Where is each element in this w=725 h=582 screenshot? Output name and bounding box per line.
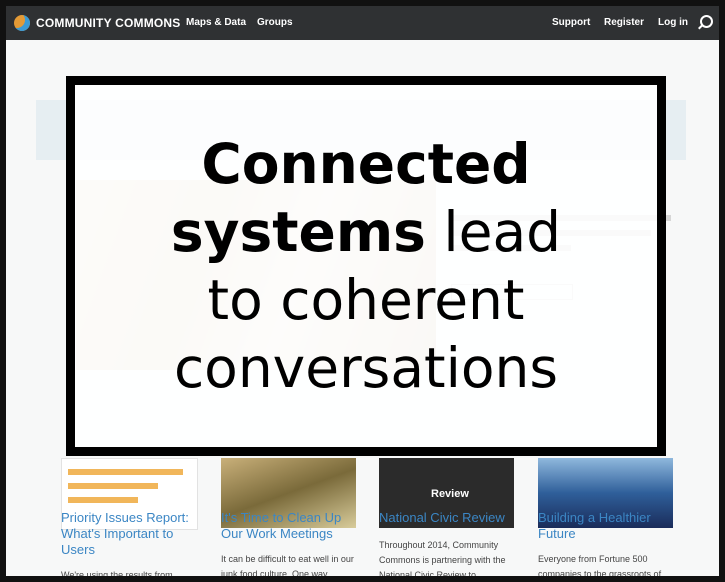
nav-link-login[interactable]: Log in bbox=[658, 17, 688, 28]
nav-link-maps-data[interactable]: Maps & Data bbox=[186, 17, 246, 28]
card-title-priority-issues[interactable]: Priority Issues Report: What's Important… bbox=[61, 510, 206, 558]
brand-name[interactable]: COMMUNITY COMMONS bbox=[36, 16, 181, 30]
overlay-line-3: to coherent bbox=[207, 268, 525, 332]
nav-link-support[interactable]: Support bbox=[552, 17, 590, 28]
overlay-emphasis: systems bbox=[170, 200, 426, 264]
headline-overlay: Connected systems lead to coherent conve… bbox=[66, 76, 666, 456]
nav-link-register[interactable]: Register bbox=[604, 17, 644, 28]
review-thumb-label: Review bbox=[431, 488, 469, 500]
card-title-healthier-future[interactable]: Building a Healthier Future bbox=[538, 510, 683, 542]
overlay-line-2: systems lead bbox=[171, 198, 561, 266]
overlay-line-4: conversations bbox=[173, 336, 559, 400]
overlay-line-2-rest: lead bbox=[425, 200, 562, 264]
card-text-priority-issues: We're using the results from bbox=[61, 570, 173, 580]
card-text-healthier-future: Everyone from Fortune 500 companies to t… bbox=[538, 554, 662, 579]
card-text-clean-up-meetings: It can be difficult to eat well in our j… bbox=[221, 554, 354, 579]
search-icon[interactable] bbox=[700, 15, 713, 28]
card-title-clean-up-meetings[interactable]: It's Time to Clean Up Our Work Meetings bbox=[221, 510, 366, 542]
community-commons-logo-icon[interactable] bbox=[14, 15, 30, 31]
card-text-civic-review: Throughout 2014, Community Commons is pa… bbox=[379, 540, 506, 580]
overlay-line-1: Connected bbox=[201, 132, 531, 196]
screenshot-frame: COMMUNITY COMMONS Maps & Data Groups Sup… bbox=[0, 0, 725, 582]
top-navbar: COMMUNITY COMMONS Maps & Data Groups Sup… bbox=[6, 6, 719, 40]
card-title-civic-review[interactable]: National Civic Review bbox=[379, 510, 524, 526]
nav-link-groups[interactable]: Groups bbox=[257, 17, 293, 28]
